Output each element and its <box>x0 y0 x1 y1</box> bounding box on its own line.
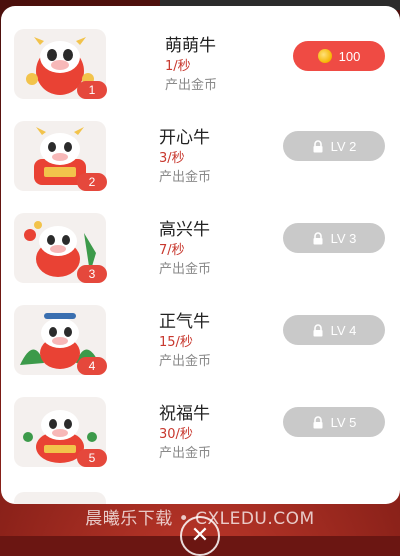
cow-rate: 1/秒 <box>165 59 191 74</box>
cow-shop-panel: 1 萌萌牛 1/秒 产出金币 100 2 开心牛 3/秒 产出金币 LV 2 3… <box>1 6 400 504</box>
required-level: LV 3 <box>330 230 357 246</box>
output-label: 产出金币 <box>159 446 212 461</box>
lock-icon <box>313 139 323 152</box>
locked-level-button[interactable]: LV 3 <box>283 223 385 253</box>
next-cow-image-partial <box>14 492 106 504</box>
cow-rate: 3/秒 <box>159 151 185 166</box>
cow-row-2: 2 开心牛 3/秒 产出金币 LV 2 <box>1 121 400 201</box>
cow-name: 高兴牛 <box>159 220 210 240</box>
level-badge: 2 <box>77 173 107 191</box>
buy-button[interactable]: 100 <box>293 41 385 71</box>
output-label: 产出金币 <box>159 262 212 277</box>
buy-price: 100 <box>338 48 361 64</box>
level-badge: 5 <box>77 449 107 467</box>
output-label: 产出金币 <box>159 354 212 369</box>
level-badge: 4 <box>77 357 107 375</box>
required-level: LV 4 <box>330 322 357 338</box>
locked-level-button[interactable]: LV 5 <box>283 407 385 437</box>
cow-name: 萌萌牛 <box>165 36 216 56</box>
cow-rate: 15/秒 <box>159 335 193 350</box>
cow-row-5: 5 祝福牛 30/秒 产出金币 LV 5 <box>1 397 400 477</box>
cow-name: 开心牛 <box>159 128 210 148</box>
level-badge: 1 <box>77 81 107 99</box>
cow-rate: 7/秒 <box>159 243 185 258</box>
output-label: 产出金币 <box>165 78 218 93</box>
lock-icon <box>313 415 323 428</box>
required-level: LV 5 <box>330 414 357 430</box>
close-icon[interactable]: ✕ <box>180 516 220 556</box>
cow-row-3: 3 高兴牛 7/秒 产出金币 LV 3 <box>1 213 400 293</box>
output-label: 产出金币 <box>159 170 212 185</box>
level-badge: 3 <box>77 265 107 283</box>
cow-name: 祝福牛 <box>159 404 210 424</box>
cow-row-1: 1 萌萌牛 1/秒 产出金币 100 <box>1 29 400 109</box>
cow-name: 正气牛 <box>159 312 210 332</box>
locked-level-button[interactable]: LV 4 <box>283 315 385 345</box>
lock-icon <box>313 323 323 336</box>
locked-level-button[interactable]: LV 2 <box>283 131 385 161</box>
cow-rate: 30/秒 <box>159 427 193 442</box>
cow-row-4: 4 正气牛 15/秒 产出金币 LV 4 <box>1 305 400 385</box>
lock-icon <box>313 231 323 244</box>
required-level: LV 2 <box>330 138 357 154</box>
coin-icon <box>317 49 332 63</box>
